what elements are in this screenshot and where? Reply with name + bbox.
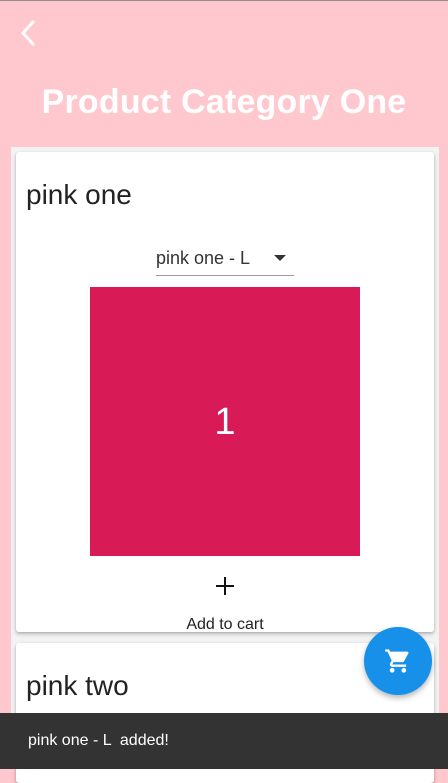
add-to-cart-button[interactable]: Add to cart — [176, 570, 274, 636]
product-image-label: 1 — [214, 400, 236, 443]
cart-fab-button[interactable] — [364, 627, 432, 695]
product-image: 1 — [90, 287, 360, 556]
variant-selected-value: pink one - L — [156, 248, 251, 268]
variant-dropdown[interactable]: pink one - L — [156, 242, 294, 276]
dropdown-arrow-icon — [274, 255, 286, 261]
product-card: pink one pink one - L 1 Add to cart — [16, 152, 434, 633]
chevron-left-icon — [21, 20, 35, 46]
top-divider — [0, 0, 448, 1]
snackbar: pink one - L added! — [0, 713, 448, 769]
product-name: pink two — [26, 670, 129, 701]
shopping-cart-icon — [385, 649, 409, 673]
add-to-cart-label: Add to cart — [186, 616, 264, 633]
back-button[interactable] — [10, 16, 44, 50]
plus-icon — [215, 576, 235, 596]
product-name: pink one — [26, 179, 132, 210]
snackbar-message: pink one - L added! — [28, 732, 169, 749]
page-title: Product Category One — [41, 83, 407, 121]
